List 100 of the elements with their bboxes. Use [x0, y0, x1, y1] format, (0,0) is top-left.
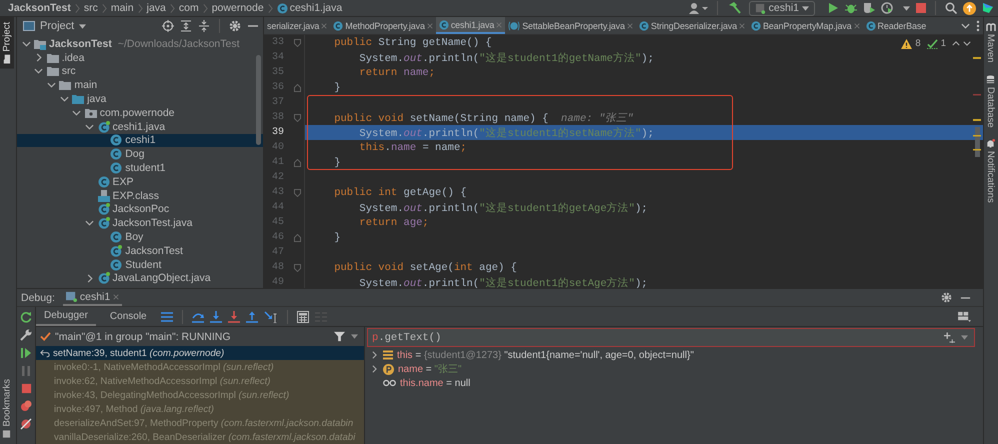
add-watch-icon[interactable]: [944, 332, 955, 343]
search-icon[interactable]: [945, 2, 957, 14]
tree-item[interactable]: .idea: [17, 50, 263, 65]
tool-window-tab[interactable]: Maven: [984, 23, 997, 63]
scrollbar-thumb[interactable]: [256, 55, 261, 145]
calculator-icon[interactable]: [296, 310, 309, 322]
chevron-right-icon[interactable]: [86, 274, 92, 283]
editor-tab[interactable]: MethodProperty.java: [330, 17, 436, 34]
more-icon[interactable]: [976, 20, 980, 32]
settings-icon[interactable]: [229, 20, 241, 32]
breadcrumb-item[interactable]: java: [146, 2, 166, 14]
fold-icon[interactable]: [294, 188, 301, 196]
fold-icon[interactable]: [294, 264, 301, 272]
list-icon[interactable]: [160, 312, 173, 322]
tree-item[interactable]: JacksonTest.java: [17, 216, 263, 230]
fold-icon[interactable]: [294, 234, 301, 242]
editor-tab[interactable]: SettableBeanProperty.java: [505, 17, 636, 34]
caret-icon[interactable]: [961, 335, 968, 340]
warning-icon[interactable]: [901, 38, 912, 48]
layout-icon[interactable]: [958, 311, 971, 322]
editor-tab[interactable]: serializer.java: [264, 17, 330, 34]
fold-icon[interactable]: [294, 114, 301, 122]
stack-frame[interactable]: setName:39, student1 (com.powernode): [36, 346, 364, 360]
tree-item[interactable]: Student: [17, 258, 263, 272]
step-over-icon[interactable]: [192, 310, 204, 322]
expression-field[interactable]: p.getText(): [367, 328, 975, 347]
breadcrumb-item[interactable]: ceshi1.java: [276, 2, 342, 14]
tree-item[interactable]: EXP: [17, 174, 263, 189]
tree-item[interactable]: Dog: [17, 147, 263, 162]
tree-item[interactable]: student1: [17, 161, 263, 175]
tool-window-tab[interactable]: Notifications: [984, 139, 997, 203]
fold-icon[interactable]: [294, 158, 301, 166]
breadcrumb-item[interactable]: JacksonTest: [8, 2, 71, 14]
tree-item[interactable]: JavaLangObject.java: [17, 272, 263, 286]
mute-breakpoints-icon[interactable]: [20, 418, 32, 430]
chevron-down-icon[interactable]: [22, 40, 30, 47]
settings-icon[interactable]: [941, 292, 952, 303]
breadcrumb-item[interactable]: main: [110, 2, 134, 14]
close-icon[interactable]: [854, 22, 860, 28]
collapse-all-icon[interactable]: [198, 20, 210, 32]
tree-item[interactable]: ceshi1.java: [17, 120, 263, 134]
project-view-dropdown[interactable]: Project: [23, 20, 86, 32]
check-icon[interactable]: [926, 38, 938, 48]
editor-tab[interactable]: StringDeserializer.java: [636, 17, 748, 34]
tree-item[interactable]: src: [17, 64, 263, 78]
thread-selector[interactable]: "main"@1 in group "main": RUNNING: [40, 330, 231, 342]
minimize-icon[interactable]: [247, 24, 259, 28]
project-tool-tab[interactable]: Project: [0, 17, 14, 69]
tree-item[interactable]: Boy: [17, 230, 263, 244]
tree-item[interactable]: EXP.class: [17, 188, 263, 203]
close-icon[interactable]: [626, 22, 633, 28]
close-icon[interactable]: [426, 22, 433, 28]
toolbox-logo-icon[interactable]: [982, 2, 994, 14]
debugger-tab[interactable]: Debugger: [36, 307, 96, 326]
user-icon[interactable]: [688, 2, 708, 14]
bookmarks-tool-tab[interactable]: Bookmarks: [0, 374, 14, 444]
breadcrumb-item[interactable]: src: [84, 2, 98, 14]
expand-all-icon[interactable]: [180, 20, 192, 32]
caret-icon[interactable]: [351, 334, 358, 339]
resume-icon[interactable]: [20, 347, 32, 359]
tree-item[interactable]: JacksonPoc: [17, 202, 263, 216]
fold-icon[interactable]: [294, 38, 301, 46]
force-step-into-icon[interactable]: [228, 310, 240, 322]
close-icon[interactable]: [738, 22, 745, 28]
shield-icon[interactable]: [863, 2, 875, 14]
editor-tab[interactable]: ceshi1.java: [436, 17, 506, 34]
tree-item[interactable]: JacksonTest: [17, 244, 263, 258]
chevron-up-icon[interactable]: [952, 41, 960, 46]
session-tab[interactable]: ceshi1: [62, 289, 122, 306]
stop-icon[interactable]: [20, 383, 32, 394]
run-icon[interactable]: [827, 2, 839, 14]
editor-tab[interactable]: BeanPropertyMap.java: [748, 17, 863, 34]
fold-icon[interactable]: [294, 84, 301, 92]
caret-icon[interactable]: [903, 6, 910, 10]
step-out-icon[interactable]: [246, 310, 258, 322]
breadcrumb-item[interactable]: com: [178, 2, 199, 14]
bug-icon[interactable]: [845, 2, 857, 14]
tree-item[interactable]: ceshi1: [17, 134, 263, 148]
close-icon[interactable]: [321, 22, 328, 28]
debugger-tab[interactable]: Console: [102, 307, 155, 326]
tree-item[interactable]: main: [17, 78, 263, 92]
tree-item[interactable]: JacksonTest ~/Downloads/JacksonTest: [17, 37, 263, 51]
filter-icon[interactable]: [334, 331, 345, 342]
crosshair-icon[interactable]: [162, 20, 174, 32]
chevron-down-icon[interactable]: [963, 41, 971, 46]
chevron-right-icon[interactable]: [372, 365, 376, 373]
hammer-icon[interactable]: [726, 1, 741, 15]
breadcrumb-item[interactable]: powernode: [212, 2, 264, 14]
chevron-down-icon[interactable]: [961, 22, 970, 28]
tree-item[interactable]: java: [17, 92, 263, 106]
run-to-cursor-icon[interactable]: [264, 310, 278, 322]
update-icon[interactable]: [963, 2, 976, 14]
minimize-icon[interactable]: [960, 296, 971, 300]
run-configuration-dropdown[interactable]: ceshi1: [748, 0, 815, 16]
chevron-down-icon[interactable]: [85, 220, 94, 226]
tree-item[interactable]: com.powernode: [17, 106, 263, 120]
chevron-right-icon[interactable]: [36, 53, 42, 62]
tool-window-tab[interactable]: Database: [984, 74, 997, 128]
wrench-icon[interactable]: [20, 329, 32, 341]
step-into-icon[interactable]: [210, 310, 222, 322]
